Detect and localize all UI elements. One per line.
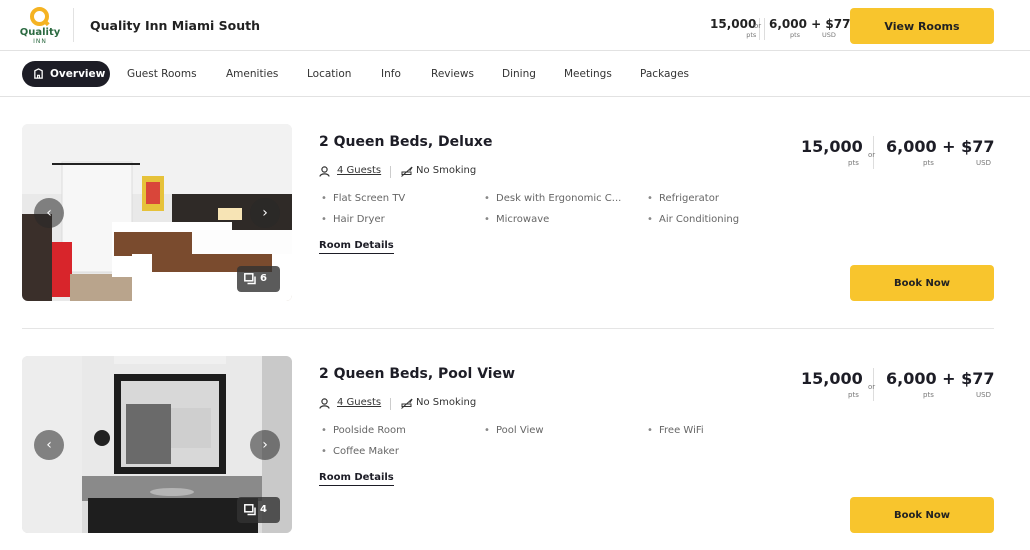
smoking-policy: No Smoking bbox=[416, 165, 477, 176]
price-or-label: or bbox=[868, 383, 876, 391]
header: Quality INN Quality Inn Miami South 15,0… bbox=[0, 0, 1030, 51]
photo-count-value: 6 bbox=[260, 273, 267, 284]
room-price-mixed: 6,000 + $77 bbox=[886, 137, 995, 156]
logo-text: Quality bbox=[19, 27, 61, 38]
book-now-button[interactable]: Book Now bbox=[850, 497, 994, 533]
header-price-mixed: 6,000 + $77 pts USD bbox=[769, 17, 850, 43]
room-title: 2 Queen Beds, Pool View bbox=[319, 366, 516, 382]
header-mixed-value: 6,000 + $77 bbox=[769, 17, 851, 31]
amenity-item: Flat Screen TV bbox=[321, 193, 405, 204]
room-title: 2 Queen Beds, Deluxe bbox=[319, 134, 493, 150]
carousel-next-button[interactable]: › bbox=[250, 198, 280, 228]
logo-subtext: INN bbox=[33, 38, 47, 45]
amenity-item: Poolside Room bbox=[321, 425, 406, 436]
header-points-label: pts bbox=[746, 31, 757, 39]
room-card: ‹ › 6 2 Queen Beds, Deluxe 4 Guests No S… bbox=[22, 124, 995, 302]
room-mixed-usd-label: USD bbox=[976, 391, 991, 399]
chevron-right-icon: › bbox=[262, 437, 268, 453]
room-divider bbox=[22, 328, 994, 329]
header-mixed-usd-label: USD bbox=[822, 31, 836, 39]
tab-reviews[interactable]: Reviews bbox=[431, 61, 474, 87]
amenity-item: Desk with Ergonomic C... bbox=[484, 193, 621, 204]
carousel-next-button[interactable]: › bbox=[250, 430, 280, 460]
tab-guest-rooms[interactable]: Guest Rooms bbox=[127, 61, 197, 87]
quality-inn-logo[interactable]: Quality INN bbox=[19, 7, 61, 45]
room-mixed-pts-label: pts bbox=[923, 159, 934, 167]
room-mixed-pts-label: pts bbox=[923, 391, 934, 399]
photo-count-value: 4 bbox=[260, 504, 267, 515]
amenity-item: Air Conditioning bbox=[647, 214, 739, 225]
amenity-item: Hair Dryer bbox=[321, 214, 385, 225]
amenity-item: Free WiFi bbox=[647, 425, 704, 436]
room-photo[interactable]: ‹ › 6 bbox=[22, 124, 292, 301]
carousel-prev-button[interactable]: ‹ bbox=[34, 198, 64, 228]
room-details-link[interactable]: Room Details bbox=[319, 240, 394, 254]
price-or-label: or bbox=[868, 151, 876, 159]
gallery-icon bbox=[244, 504, 256, 516]
photo-count-badge[interactable]: 6 bbox=[237, 266, 280, 292]
chevron-right-icon: › bbox=[262, 205, 268, 221]
amenity-item: Refrigerator bbox=[647, 193, 719, 204]
carousel-prev-button[interactable]: ‹ bbox=[34, 430, 64, 460]
hotel-name: Quality Inn Miami South bbox=[90, 18, 260, 33]
meta-separator bbox=[390, 398, 391, 410]
photo-count-badge[interactable]: 4 bbox=[237, 497, 280, 523]
tab-label: Overview bbox=[50, 68, 106, 80]
book-now-button[interactable]: Book Now bbox=[850, 265, 994, 301]
tab-location[interactable]: Location bbox=[307, 61, 351, 87]
person-icon bbox=[319, 166, 330, 177]
view-rooms-button[interactable]: View Rooms bbox=[850, 8, 994, 44]
section-nav: Overview Guest Rooms Amenities Location … bbox=[0, 51, 1030, 97]
room-points-label: pts bbox=[848, 159, 859, 167]
room-price-points: 15,000 bbox=[801, 137, 863, 156]
guests-link[interactable]: 4 Guests bbox=[337, 165, 381, 176]
no-smoking-icon bbox=[401, 166, 413, 177]
room-details-link[interactable]: Room Details bbox=[319, 472, 394, 486]
chevron-left-icon: ‹ bbox=[46, 205, 52, 221]
tab-info[interactable]: Info bbox=[381, 61, 401, 87]
guests-link[interactable]: 4 Guests bbox=[337, 397, 381, 408]
tab-amenities[interactable]: Amenities bbox=[226, 61, 278, 87]
tab-overview[interactable]: Overview bbox=[22, 61, 110, 87]
amenity-item: Pool View bbox=[484, 425, 544, 436]
smoking-policy: No Smoking bbox=[416, 397, 477, 408]
gallery-icon bbox=[244, 273, 256, 285]
building-icon bbox=[34, 68, 43, 79]
tab-dining[interactable]: Dining bbox=[502, 61, 536, 87]
room-price-points: 15,000 bbox=[801, 369, 863, 388]
header-divider bbox=[73, 8, 74, 42]
header-mixed-pts-label: pts bbox=[790, 31, 801, 39]
logo-q-mark bbox=[30, 7, 49, 26]
header-points-value: 15,000 bbox=[710, 17, 757, 31]
room-photo[interactable]: ‹ › 4 bbox=[22, 356, 292, 533]
room-mixed-usd-label: USD bbox=[976, 159, 991, 167]
room-points-label: pts bbox=[848, 391, 859, 399]
room-card: ‹ › 4 2 Queen Beds, Pool View 4 Guests N… bbox=[22, 356, 995, 534]
amenity-item: Coffee Maker bbox=[321, 446, 399, 457]
no-smoking-icon bbox=[401, 398, 413, 409]
tab-meetings[interactable]: Meetings bbox=[564, 61, 612, 87]
header-price-separator bbox=[764, 18, 765, 40]
chevron-left-icon: ‹ bbox=[46, 437, 52, 453]
amenity-item: Microwave bbox=[484, 214, 549, 225]
header-or-label: or bbox=[754, 22, 762, 30]
room-price-mixed: 6,000 + $77 bbox=[886, 369, 995, 388]
meta-separator bbox=[390, 166, 391, 178]
person-icon bbox=[319, 398, 330, 409]
tab-packages[interactable]: Packages bbox=[640, 61, 689, 87]
header-price-points: 15,000 pts bbox=[710, 17, 756, 43]
